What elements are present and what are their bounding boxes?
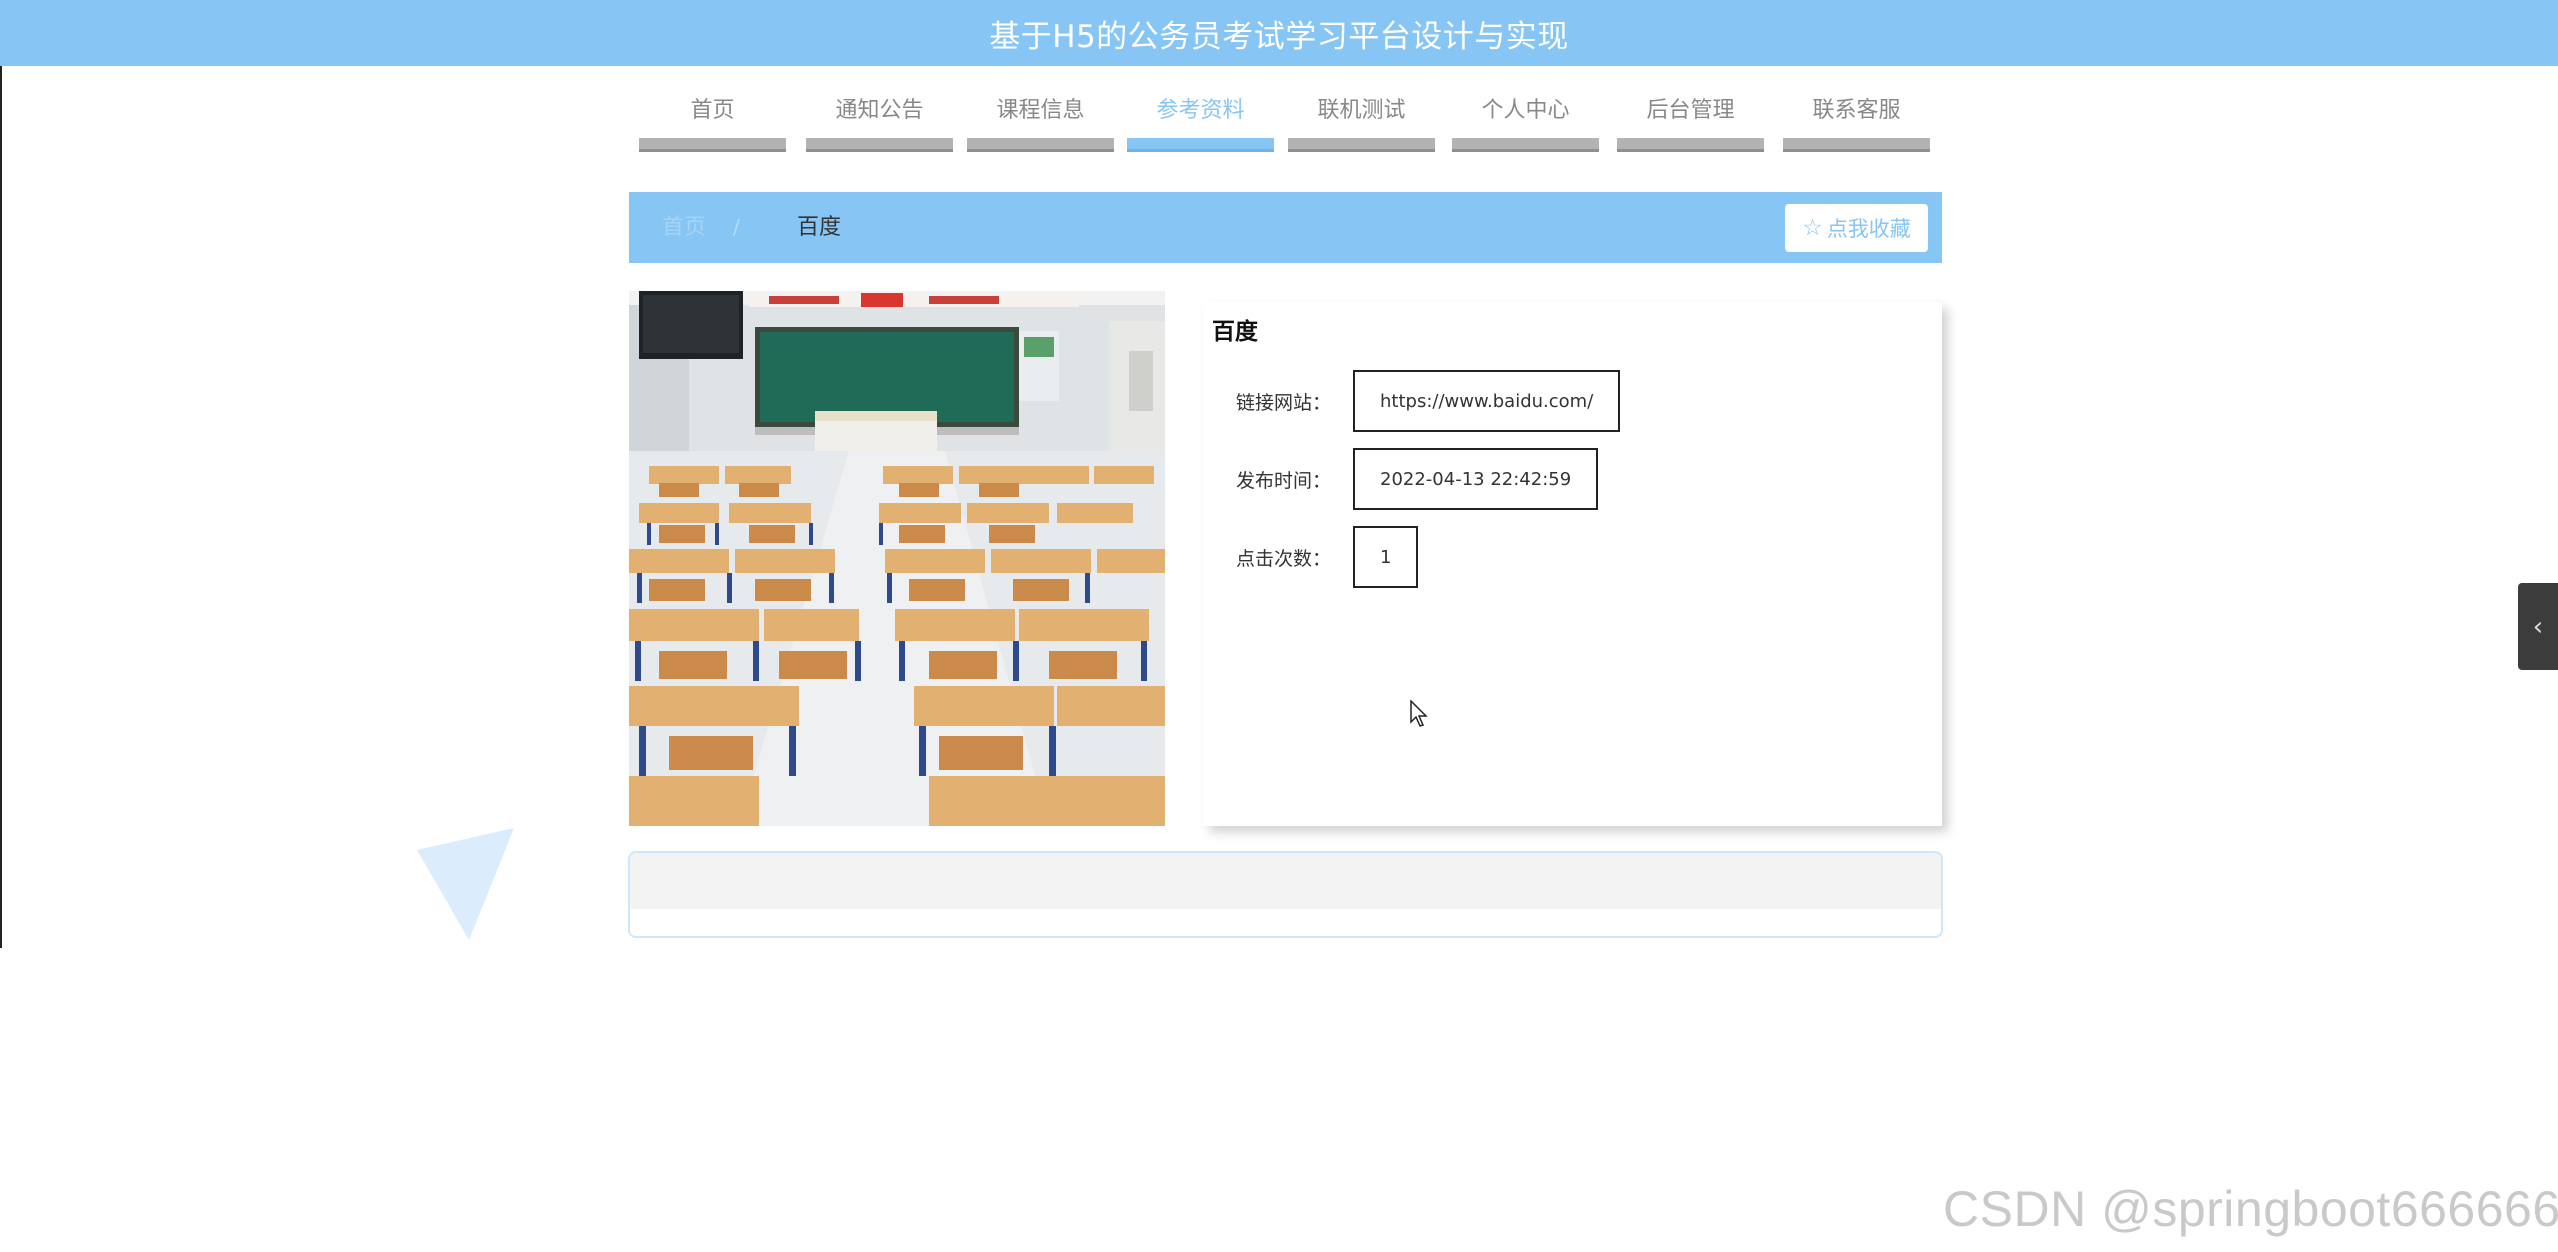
field-value-link[interactable]: https://www.baidu.com/ <box>1353 370 1621 432</box>
content-panel <box>628 851 1943 938</box>
site-header: 基于H5的公务员考试学习平台设计与实现 <box>0 0 2558 66</box>
classroom-photo <box>629 291 1165 826</box>
nav-item-home[interactable]: 首页 <box>639 82 786 152</box>
resource-image <box>629 291 1165 826</box>
nav-item-references[interactable]: 参考资料 <box>1127 82 1274 152</box>
decorative-triangle-icon <box>417 828 514 940</box>
breadcrumb: 首页 / 百度 ☆ 点我收藏 <box>629 192 1942 263</box>
detail-card: 百度 链接网站： https://www.baidu.com/ 发布时间： 20… <box>1203 302 1942 826</box>
nav-item-profile[interactable]: 个人中心 <box>1452 82 1599 152</box>
favorite-button-label: 点我收藏 <box>1826 217 1911 241</box>
star-outline-icon: ☆ <box>1802 214 1823 241</box>
nav-item-label: 通知公告 <box>835 98 924 123</box>
nav-item-bar <box>1617 138 1764 152</box>
nav-item-online-test[interactable]: 联机测试 <box>1288 82 1435 152</box>
nav-item-bar <box>1452 138 1599 152</box>
nav-item-admin[interactable]: 后台管理 <box>1617 82 1764 152</box>
content-panel-header <box>630 853 1941 909</box>
nav-item-label: 首页 <box>690 98 735 123</box>
main-nav: 首页 通知公告 课程信息 参考资料 联机测试 个人中心 后台管理 联系客服 <box>0 82 2558 152</box>
nav-item-bar <box>806 138 953 152</box>
field-label-link: 链接网站： <box>1236 392 1332 414</box>
field-label-clicks: 点击次数： <box>1236 548 1332 570</box>
nav-item-bar <box>1127 138 1274 152</box>
field-value-clicks: 1 <box>1353 526 1419 588</box>
breadcrumb-current: 百度 <box>797 215 842 240</box>
watermark: CSDN @springboot666666 <box>1943 1181 2558 1237</box>
nav-item-courses[interactable]: 课程信息 <box>967 82 1114 152</box>
nav-item-label: 个人中心 <box>1481 98 1570 123</box>
nav-item-bar <box>967 138 1114 152</box>
nav-item-label: 联系客服 <box>1812 98 1901 123</box>
nav-item-label: 联机测试 <box>1317 98 1406 123</box>
nav-item-label: 参考资料 <box>1156 98 1245 123</box>
nav-item-label: 课程信息 <box>996 98 1085 123</box>
nav-item-label: 后台管理 <box>1646 98 1735 123</box>
breadcrumb-separator: / <box>733 215 740 239</box>
nav-item-bar <box>1288 138 1435 152</box>
nav-item-support[interactable]: 联系客服 <box>1783 82 1930 152</box>
breadcrumb-home-link[interactable]: 首页 <box>662 192 706 263</box>
detail-title: 百度 <box>1212 319 1258 345</box>
site-title: 基于H5的公务员考试学习平台设计与实现 <box>989 18 1569 55</box>
nav-item-bar <box>639 138 786 152</box>
chevron-left-icon: ‹ <box>2532 611 2544 642</box>
nav-item-notices[interactable]: 通知公告 <box>806 82 953 152</box>
side-toggle-button[interactable]: ‹ <box>2518 583 2558 670</box>
field-label-published: 发布时间： <box>1236 470 1332 492</box>
mouse-cursor-icon <box>1410 700 1428 727</box>
nav-item-bar <box>1783 138 1930 152</box>
field-value-published: 2022-04-13 22:42:59 <box>1353 448 1599 510</box>
favorite-button[interactable]: ☆ 点我收藏 <box>1785 204 1928 252</box>
